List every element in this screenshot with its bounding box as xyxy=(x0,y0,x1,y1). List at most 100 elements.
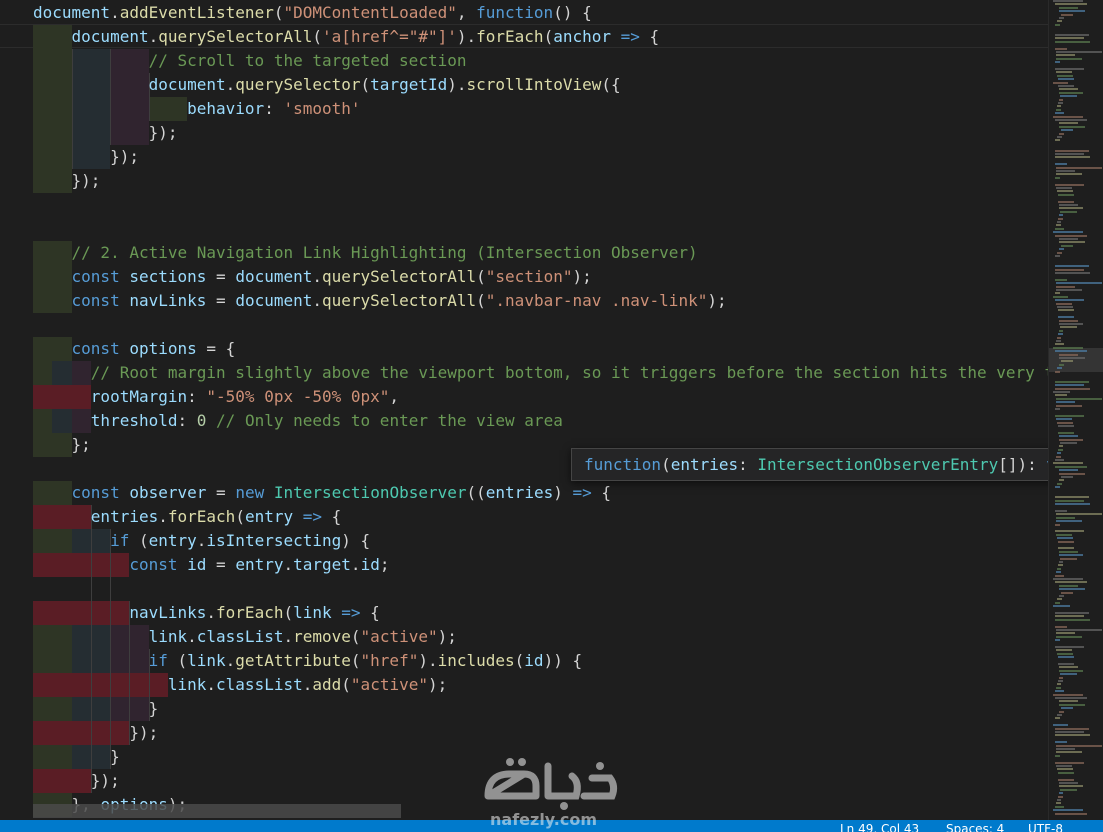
code-line[interactable]: navLinks.forEach(link => { xyxy=(33,601,379,625)
code-token: } xyxy=(148,699,159,718)
code-token: querySelectorAll xyxy=(322,267,477,286)
code-token: )) { xyxy=(543,651,583,670)
code-line[interactable]: entries.forEach(entry => { xyxy=(33,505,342,529)
code-editor[interactable]: document.addEventListener("DOMContentLoa… xyxy=(0,0,1048,820)
minimap-line xyxy=(1056,289,1083,291)
code-line[interactable]: document.querySelectorAll('a[href^="#"]'… xyxy=(33,25,660,49)
code-line[interactable]: } xyxy=(33,697,159,721)
code-line[interactable]: }); xyxy=(33,121,178,145)
minimap-line xyxy=(1059,329,1064,332)
minimap-line xyxy=(1055,153,1084,155)
minimap-line xyxy=(1057,652,1074,655)
minimap-line xyxy=(1055,734,1090,737)
code-line[interactable]: const sections = document.querySelectorA… xyxy=(33,265,592,289)
code-line[interactable]: } xyxy=(33,745,120,769)
minimap-line xyxy=(1053,81,1068,84)
code-line[interactable]: threshold: 0 // Only needs to enter the … xyxy=(33,409,563,433)
code-token: link xyxy=(293,603,332,622)
minimap-line xyxy=(1055,292,1060,295)
code-line[interactable]: const navLinks = document.querySelectorA… xyxy=(33,289,727,313)
minimap-line xyxy=(1055,139,1061,142)
minimap-line xyxy=(1055,343,1065,346)
code-token: . xyxy=(312,291,323,310)
minimap-line xyxy=(1058,309,1075,312)
minimap-line xyxy=(1055,486,1061,489)
minimap[interactable] xyxy=(1048,0,1103,820)
minimap-line xyxy=(1057,136,1063,138)
code-line[interactable]: }); xyxy=(33,169,101,193)
code-line[interactable]: }); xyxy=(33,721,158,745)
minimap-line xyxy=(1056,282,1102,285)
minimap-line xyxy=(1059,469,1078,472)
code-line[interactable]: }); xyxy=(33,769,120,793)
code-token: . xyxy=(283,555,294,574)
minimap-line xyxy=(1059,435,1078,438)
code-line[interactable]: behavior: 'smooth' xyxy=(33,97,360,121)
minimap-line xyxy=(1059,91,1084,94)
minimap-line xyxy=(1056,302,1072,305)
minimap-line xyxy=(1056,744,1102,747)
code-token: . xyxy=(206,603,217,622)
minimap-line xyxy=(1058,316,1074,319)
minimap-line xyxy=(1053,391,1070,393)
code-line[interactable]: // 2. Active Navigation Link Highlightin… xyxy=(33,241,698,265)
code-line[interactable]: document.addEventListener("DOMContentLoa… xyxy=(33,1,592,25)
code-token: ( xyxy=(283,603,294,622)
minimap-line xyxy=(1059,710,1065,713)
code-token: () { xyxy=(553,3,592,22)
code-line[interactable]: rootMargin: "-50% 0px -50% 0px", xyxy=(33,385,399,409)
minimap-line xyxy=(1060,326,1078,329)
code-line[interactable]: const observer = new IntersectionObserve… xyxy=(33,481,611,505)
minimap-line xyxy=(1058,78,1075,81)
minimap-line xyxy=(1059,353,1078,356)
minimap-line xyxy=(1057,190,1074,193)
minimap-line xyxy=(1055,717,1061,720)
minimap-line xyxy=(1053,295,1068,298)
code-token: function xyxy=(584,455,662,474)
code-line[interactable]: link.classList.add("active"); xyxy=(33,673,447,697)
code-token: . xyxy=(225,651,236,670)
code-line[interactable]: if (link.getAttribute("href").includes(i… xyxy=(33,649,583,673)
code-line[interactable]: // Root margin slightly above the viewpo… xyxy=(33,361,1048,385)
minimap-line xyxy=(1055,530,1085,533)
cursor-position[interactable]: Ln 49, Col 43 xyxy=(840,822,919,832)
code-token: isIntersecting xyxy=(206,531,342,550)
code-token: = xyxy=(206,483,236,502)
minimap-line xyxy=(1059,584,1078,587)
minimap-line xyxy=(1059,98,1064,101)
code-line[interactable]: link.classList.remove("active"); xyxy=(33,625,457,649)
code-line[interactable]: if (entry.isIntersecting) { xyxy=(33,529,370,553)
code-line[interactable]: }); xyxy=(33,145,139,169)
minimap-line xyxy=(1056,108,1062,111)
minimap-line xyxy=(1059,669,1084,672)
minimap-line xyxy=(1058,448,1064,451)
code-token: ".navbar-nav .nav-link" xyxy=(485,291,708,310)
minimap-line xyxy=(1057,105,1062,108)
code-line[interactable]: const id = entry.target.id; xyxy=(33,553,389,577)
code-token: . xyxy=(302,675,313,694)
indentation-setting[interactable]: Spaces: 4 xyxy=(946,822,1004,832)
code-token: link xyxy=(148,627,188,646)
code-token: { xyxy=(322,507,342,526)
code-line[interactable]: const options = { xyxy=(33,337,236,361)
code-token: classList xyxy=(196,627,284,646)
code-token: 'a[href^="#"]' xyxy=(322,27,457,46)
code-token: . xyxy=(187,627,197,646)
code-line[interactable]: }; xyxy=(33,433,91,457)
minimap-line xyxy=(1055,156,1090,159)
code-line[interactable]: document.querySelector(targetId).scrollI… xyxy=(33,73,621,97)
minimap-line xyxy=(1055,612,1089,614)
encoding-setting[interactable]: UTF-8 xyxy=(1028,822,1063,832)
minimap-line xyxy=(1058,102,1064,104)
horizontal-scrollbar[interactable] xyxy=(33,804,401,818)
code-token: scrollIntoView xyxy=(466,75,602,94)
code-line[interactable]: // Scroll to the targeted section xyxy=(33,49,467,73)
minimap-line xyxy=(1055,61,1060,64)
